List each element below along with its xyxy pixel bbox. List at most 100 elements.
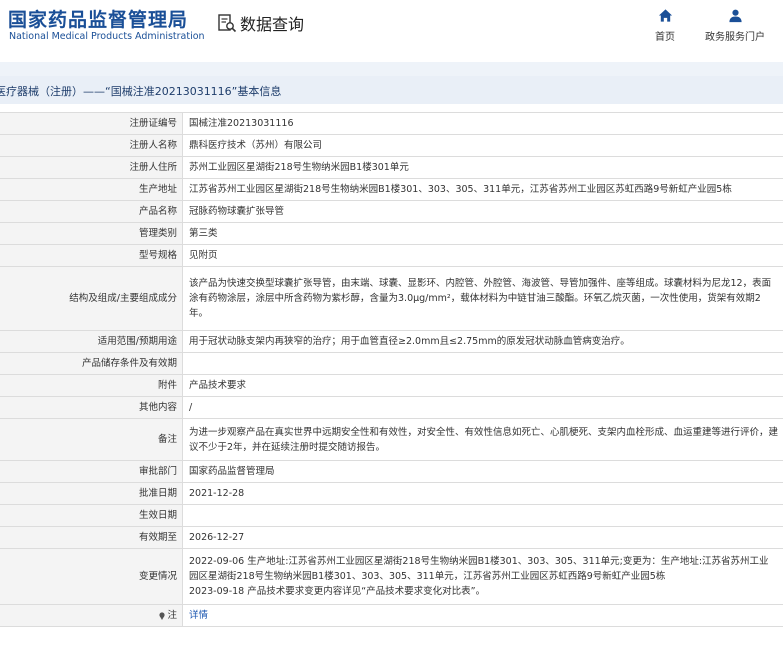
field-label-text: 型号规格 — [138, 250, 177, 261]
field-label-text: 备注 — [157, 434, 177, 445]
table-row: 变更情况 2022-09-06 生产地址:江苏省苏州工业园区星湖街218号生物纳米… — [0, 548, 783, 605]
table-row: 审批部门 国家药品监督管理局 — [0, 460, 783, 483]
field-value — [182, 352, 783, 375]
field-label: 管理类别 — [0, 222, 183, 245]
field-value-text: 见附页 — [189, 250, 218, 261]
home-icon — [658, 9, 672, 22]
field-value-text: 2021-12-28 — [189, 488, 245, 499]
field-label-text: 生效日期 — [138, 510, 177, 521]
field-label: 生产地址 — [0, 178, 183, 201]
field-value-text: 为进一步观察产品在真实世界中远期安全性和有效性，对安全性、有效性信息如死亡、心肌… — [189, 426, 779, 453]
logo-cn[interactable]: 国家药品监督管理局 — [8, 5, 188, 32]
table-row: 附件 产品技术要求 — [0, 374, 783, 397]
field-label: 注 — [0, 604, 183, 627]
field-label: 审批部门 — [0, 460, 183, 483]
field-value-text: 江苏省苏州工业园区星湖街218号生物纳米园B1楼301、303、305、311单… — [189, 184, 732, 195]
table-row: 备注 为进一步观察产品在真实世界中远期安全性和有效性，对安全性、有效性信息如死亡、… — [0, 418, 783, 461]
field-label-text: 适用范围/预期用途 — [97, 336, 177, 347]
logo-en[interactable]: National Medical Products Administration — [9, 31, 205, 42]
field-label-text: 批准日期 — [138, 488, 177, 499]
field-value: 苏州工业园区星湖街218号生物纳米园B1楼301单元 — [182, 156, 783, 179]
field-label: 产品名称 — [0, 200, 183, 223]
field-label: 型号规格 — [0, 244, 183, 267]
field-value: 国械注准20213031116 — [182, 112, 783, 135]
field-value-text: 鼎科医疗技术（苏州）有限公司 — [189, 140, 323, 151]
field-value-line: 2023-09-18 产品技术要求变更内容详见“产品技术要求变化对比表”。 — [189, 586, 486, 597]
field-value-text: 2026-12-27 — [189, 532, 245, 543]
field-label-text: 结构及组成/主要组成成分 — [69, 293, 177, 304]
table-row: 产品储存条件及有效期 — [0, 352, 783, 375]
table-row: 其他内容 / — [0, 396, 783, 419]
field-value: 见附页 — [182, 244, 783, 267]
nav-home-label: 首页 — [655, 32, 675, 43]
data-query-label: 数据查询 — [240, 15, 305, 34]
field-label-text: 注 — [167, 610, 177, 621]
field-label-text: 注册证编号 — [129, 118, 177, 129]
table-row: 生效日期 — [0, 504, 783, 527]
field-label: 适用范围/预期用途 — [0, 330, 183, 353]
nav-gov-portal[interactable]: 政务服务门户 — [700, 8, 770, 43]
user-icon — [728, 9, 742, 23]
field-label-text: 审批部门 — [138, 466, 177, 477]
field-value: 2026-12-27 — [182, 526, 783, 549]
field-label: 其他内容 — [0, 396, 183, 419]
data-query-link[interactable]: 数据查询 — [217, 11, 304, 35]
pin-icon — [159, 611, 166, 620]
field-label: 注册人名称 — [0, 134, 183, 157]
field-value-text: / — [189, 402, 193, 413]
field-label: 批准日期 — [0, 482, 183, 505]
field-label-text: 有效期至 — [138, 532, 177, 543]
field-value: 2022-09-06 生产地址:江苏省苏州工业园区星湖街218号生物纳米园B1楼… — [182, 548, 783, 605]
field-value: 江苏省苏州工业园区星湖街218号生物纳米园B1楼301、303、305、311单… — [182, 178, 783, 201]
field-value-line: 2022-09-06 生产地址:江苏省苏州工业园区星湖街218号生物纳米园B1楼… — [189, 556, 769, 582]
search-document-icon — [218, 14, 237, 33]
breadcrumb-text: 医疗器械（注册）——“国械注准20213031116”基本信息 — [0, 85, 282, 98]
field-value: 用于冠状动脉支架内再狭窄的治疗；用于血管直径≥2.0mm且≤2.75mm的原发冠… — [182, 330, 783, 353]
field-value: 该产品为快速交换型球囊扩张导管，由末端、球囊、显影环、内腔管、外腔管、海波管、导… — [182, 266, 783, 331]
field-value: 国家药品监督管理局 — [182, 460, 783, 483]
field-label: 变更情况 — [0, 548, 183, 605]
field-label-text: 产品储存条件及有效期 — [81, 358, 177, 369]
field-label: 注册证编号 — [0, 112, 183, 135]
table-row: 注 详情 — [0, 604, 783, 627]
field-value: 2021-12-28 — [182, 482, 783, 505]
field-value-text: 产品技术要求 — [189, 380, 247, 391]
device-info-table: 注册证编号 国械注准20213031116 注册人名称 鼎科医疗技术（苏州）有限公司注… — [0, 112, 783, 627]
field-value: 冠脉药物球囊扩张导管 — [182, 200, 783, 223]
field-label: 生效日期 — [0, 504, 183, 527]
field-label: 产品储存条件及有效期 — [0, 352, 183, 375]
nav-home[interactable]: 首页 — [650, 8, 680, 43]
table-row: 注册人名称 鼎科医疗技术（苏州）有限公司 — [0, 134, 783, 157]
nav-gov-label: 政务服务门户 — [705, 32, 765, 43]
breadcrumb: 医疗器械（注册）——“国械注准20213031116”基本信息 — [0, 76, 783, 104]
field-value: 产品技术要求 — [182, 374, 783, 397]
field-value: / — [182, 396, 783, 419]
table-row: 管理类别 第三类 — [0, 222, 783, 245]
field-label-text: 注册人名称 — [129, 140, 177, 151]
field-label: 有效期至 — [0, 526, 183, 549]
field-value[interactable]: 详情 — [182, 604, 783, 627]
field-value-text: 国家药品监督管理局 — [189, 466, 275, 477]
table-row: 结构及组成/主要组成成分 该产品为快速交换型球囊扩张导管，由末端、球囊、显影环、内… — [0, 266, 783, 331]
table-row: 注册人住所 苏州工业园区星湖街218号生物纳米园B1楼301单元 — [0, 156, 783, 179]
field-label-text: 管理类别 — [138, 228, 177, 239]
field-value-text: 第三类 — [189, 228, 218, 239]
field-label-text: 变更情况 — [138, 571, 177, 582]
table-row: 有效期至 2026-12-27 — [0, 526, 783, 549]
table-row: 批准日期 2021-12-28 — [0, 482, 783, 505]
field-label-text: 产品名称 — [138, 206, 177, 217]
table-row: 适用范围/预期用途 用于冠状动脉支架内再狭窄的治疗；用于血管直径≥2.0mm且≤2… — [0, 330, 783, 353]
field-label-text: 注册人住所 — [129, 162, 177, 173]
field-label-text: 附件 — [157, 380, 177, 391]
field-label: 结构及组成/主要组成成分 — [0, 266, 183, 331]
table-row: 产品名称 冠脉药物球囊扩张导管 — [0, 200, 783, 223]
site-header: 国家药品监督管理局 National Medical Products Admi… — [0, 0, 783, 62]
detail-link[interactable]: 详情 — [189, 610, 208, 621]
table-row: 生产地址 江苏省苏州工业园区星湖街218号生物纳米园B1楼301、303、305、… — [0, 178, 783, 201]
field-value: 第三类 — [182, 222, 783, 245]
field-value: 为进一步观察产品在真实世界中远期安全性和有效性，对安全性、有效性信息如死亡、心肌… — [182, 418, 783, 461]
field-value-text: 冠脉药物球囊扩张导管 — [189, 206, 285, 217]
field-label-text: 其他内容 — [138, 402, 177, 413]
field-value: 鼎科医疗技术（苏州）有限公司 — [182, 134, 783, 157]
field-value — [182, 504, 783, 527]
